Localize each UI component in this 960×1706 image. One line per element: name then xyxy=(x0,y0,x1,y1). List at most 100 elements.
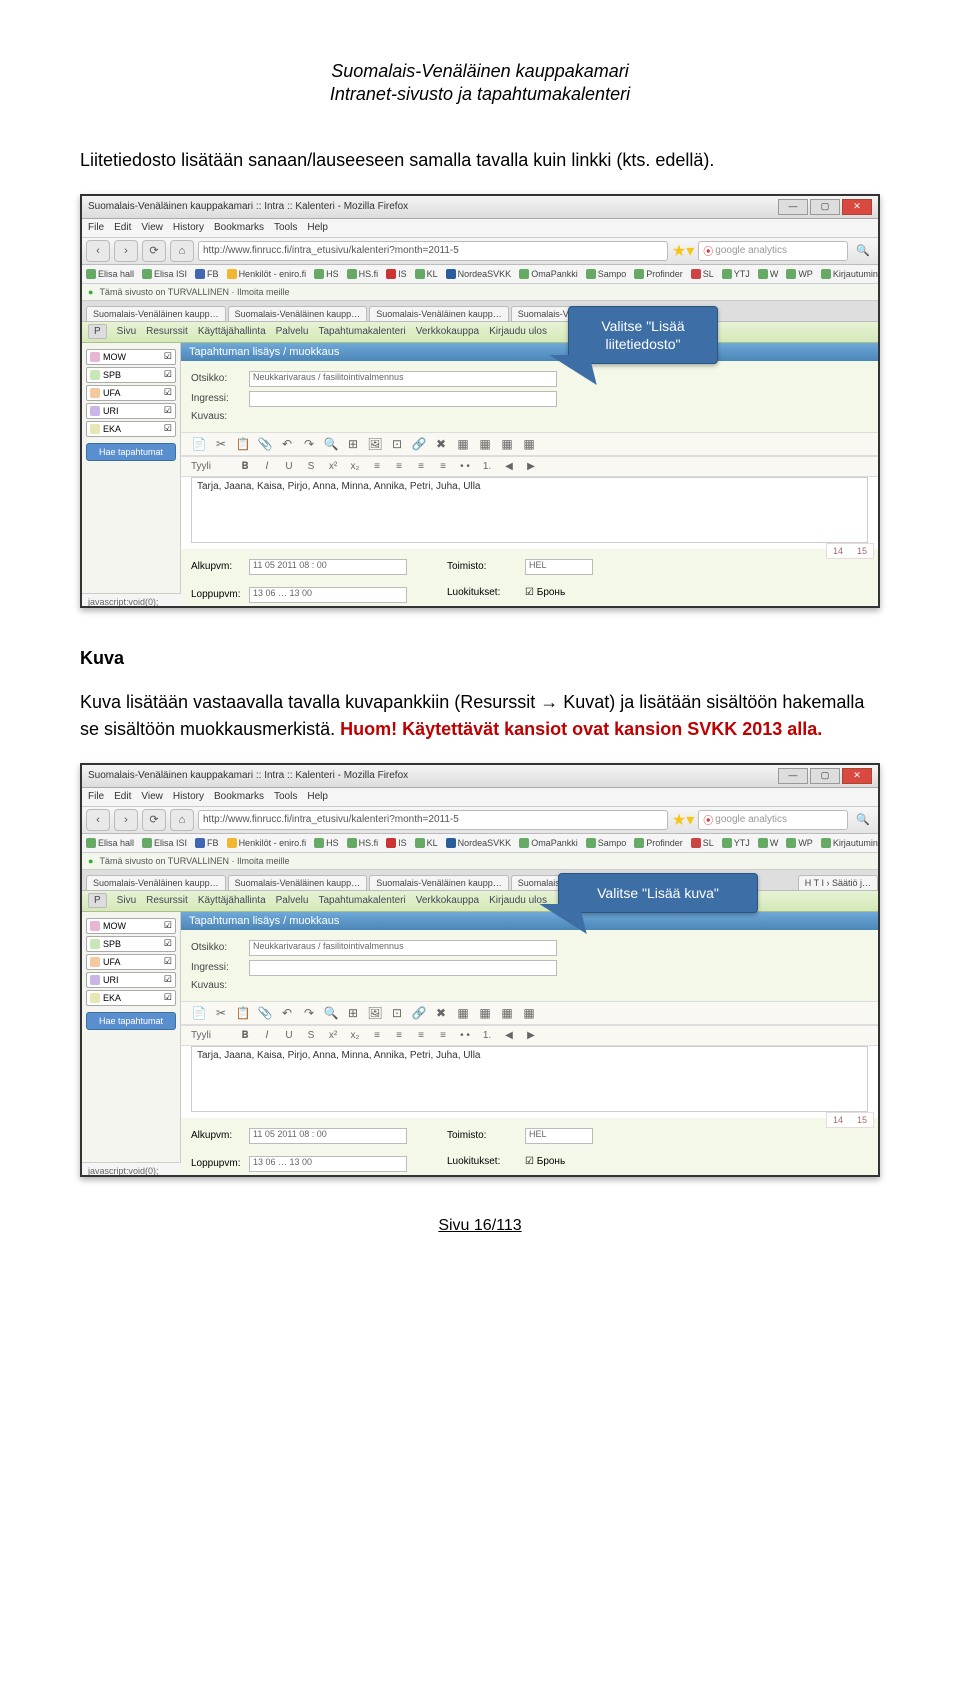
security-bar: ●Tämä sivusto on TURVALLINEN · Ilmoita m… xyxy=(82,853,878,870)
editor-toolbar-row2[interactable]: Tyyli 𝐁𝐼USx²x₂ ≡≡≡≡• •1.◀▶ xyxy=(181,456,878,477)
sidebar-item[interactable]: URI☑ xyxy=(86,403,176,419)
bold-icon: 𝐁 xyxy=(237,461,253,472)
paste-icon: 📋 xyxy=(235,437,251,451)
toimisto-label: Toimisto: xyxy=(447,561,517,572)
otsikko-label: Otsikko: xyxy=(191,373,241,384)
editor-toolbar-row1[interactable]: 📄✂📋📎↶↷🔍⊞🖼⊡🔗✖▦▦▦▦ xyxy=(181,1001,878,1025)
reload-button[interactable]: ⟳ xyxy=(142,240,166,262)
italic-icon: 𝐼 xyxy=(259,461,275,472)
callout-attachment: Valitse "Lisää liitetiedosto" xyxy=(568,306,718,364)
fetch-events-button[interactable]: Hae tapahtumat xyxy=(86,1012,176,1030)
new-icon: 📄 xyxy=(191,437,207,451)
maximize-button[interactable]: ▢ xyxy=(810,199,840,215)
toimisto-select[interactable]: HEL xyxy=(525,1128,593,1144)
toimisto-select[interactable]: HEL xyxy=(525,559,593,575)
window-title: Suomalais-Venäläinen kauppakamari :: Int… xyxy=(88,201,408,212)
editor-textarea[interactable]: Tarja, Jaana, Kaisa, Pirjo, Anna, Minna,… xyxy=(191,1046,868,1112)
app-menubar[interactable]: P Sivu Resurssit Käyttäjähallinta Palvel… xyxy=(82,322,878,343)
luokitukset-value[interactable]: ☑ Бронь xyxy=(525,587,565,598)
sidebar-item[interactable]: MOW☑ xyxy=(86,918,176,934)
editor-textarea[interactable]: Tarja, Jaana, Kaisa, Pirjo, Anna, Minna,… xyxy=(191,477,868,543)
search-input[interactable]: ⦿google analytics xyxy=(698,241,848,261)
sidebar-item[interactable]: EKA☑ xyxy=(86,990,176,1006)
back-button[interactable]: ‹ xyxy=(86,240,110,262)
panel-title: Tapahtuman lisäys / muokkaus xyxy=(181,343,878,361)
callout-image: Valitse "Lisää kuva" xyxy=(558,873,758,913)
ingressi-input[interactable] xyxy=(249,391,557,407)
body-paragraph-2: Kuva lisätään vastaavalla tavalla kuvapa… xyxy=(80,689,880,743)
cut-icon: ✂ xyxy=(213,437,229,451)
strike-icon: S xyxy=(303,461,319,472)
indent-icon: ▶ xyxy=(523,461,539,472)
sidebar: MOW☑ SPB☑ UFA☑ URI☑ EKA☑ Hae tapahtumat xyxy=(82,343,181,593)
back-button[interactable]: ‹ xyxy=(86,809,110,831)
home-button[interactable]: ⌂ xyxy=(170,809,194,831)
close-button[interactable]: ✕ xyxy=(842,768,872,784)
bullet-icon: • • xyxy=(457,461,473,472)
bookmarks-bar[interactable]: Elisa hall Elisa ISI FB Henkilöt - eniro… xyxy=(82,834,878,853)
reload-button[interactable]: ⟳ xyxy=(142,809,166,831)
loppupvm-input[interactable]: 13 06 … 13 00 xyxy=(249,1156,407,1172)
security-bar: ●Tämä sivusto on TURVALLINEN · Ilmoita m… xyxy=(82,284,878,301)
sidebar-item[interactable]: MOW☑ xyxy=(86,349,176,365)
numlist-icon: 1. xyxy=(479,461,495,472)
remove-icon: ✖ xyxy=(433,437,449,451)
url-input[interactable]: http://www.finrucc.fi/intra_etusivu/kale… xyxy=(198,810,668,830)
sidebar-item[interactable]: UFA☑ xyxy=(86,954,176,970)
undo-icon: ↶ xyxy=(279,437,295,451)
minimize-button[interactable]: — xyxy=(778,768,808,784)
loppupvm-label: Loppupvm: xyxy=(191,589,241,600)
screenshot-2: Suomalais-Venäläinen kauppakamari :: Int… xyxy=(80,763,880,1177)
maximize-button[interactable]: ▢ xyxy=(810,768,840,784)
otsikko-input[interactable]: Neukkarivaraus / fasilitointivalmennus xyxy=(249,940,557,956)
outdent-icon: ◀ xyxy=(501,461,517,472)
forward-button[interactable]: › xyxy=(114,240,138,262)
close-button[interactable]: ✕ xyxy=(842,199,872,215)
alkupvm-input[interactable]: 11 05 2011 08 : 00 xyxy=(249,559,407,575)
bookmarks-bar[interactable]: Elisa hall Elisa ISI FB Henkilöt - eniro… xyxy=(82,265,878,284)
embed-icon: ⊡ xyxy=(389,437,405,451)
sidebar-item[interactable]: SPB☑ xyxy=(86,936,176,952)
doc-header-line2: Intranet-sivusto ja tapahtumakalenteri xyxy=(80,83,880,106)
image-icon: 🖼 xyxy=(367,437,383,451)
browser-menubar[interactable]: FileEditViewHistoryBookmarksToolsHelp xyxy=(82,788,878,807)
section-heading-kuva: Kuva xyxy=(80,648,880,669)
link-icon: 🔗 xyxy=(411,437,427,451)
luokitukset-label: Luokitukset: xyxy=(447,587,517,598)
url-input[interactable]: http://www.finrucc.fi/intra_etusivu/kale… xyxy=(198,241,668,261)
find-icon: 🔍 xyxy=(323,437,339,451)
ingressi-label: Ingressi: xyxy=(191,393,241,404)
forward-button[interactable]: › xyxy=(114,809,138,831)
panel-title: Tapahtuman lisäys / muokkaus xyxy=(181,912,878,930)
screenshot-1: Suomalais-Venäläinen kauppakamari :: Int… xyxy=(80,194,880,608)
window-title: Suomalais-Venäläinen kauppakamari :: Int… xyxy=(88,770,408,781)
browser-tabs[interactable]: Suomalais-Venäläinen kaupp… Suomalais-Ve… xyxy=(82,870,878,891)
search-input[interactable]: ⦿google analytics xyxy=(698,810,848,830)
calendar-snippet: 1415 xyxy=(826,1112,874,1128)
sub-icon: x₂ xyxy=(347,461,363,472)
browser-menubar[interactable]: FileEditViewHistoryBookmarksToolsHelp xyxy=(82,219,878,238)
sidebar-item[interactable]: URI☑ xyxy=(86,972,176,988)
app-menubar[interactable]: P Sivu Resurssit Käyttäjähallinta Palvel… xyxy=(82,891,878,912)
calendar-snippet: 1415 xyxy=(826,543,874,559)
fetch-events-button[interactable]: Hae tapahtumat xyxy=(86,443,176,461)
underline-icon: U xyxy=(281,461,297,472)
home-button[interactable]: ⌂ xyxy=(170,240,194,262)
sidebar: MOW☑ SPB☑ UFA☑ URI☑ EKA☑ Hae tapahtumat xyxy=(82,912,181,1162)
loppupvm-input[interactable]: 13 06 … 13 00 xyxy=(249,587,407,603)
editor-toolbar-row2[interactable]: Tyyli 𝐁𝐼USx²x₂ ≡≡≡≡• •1.◀▶ xyxy=(181,1025,878,1046)
minimize-button[interactable]: — xyxy=(778,199,808,215)
redo-icon: ↷ xyxy=(301,437,317,451)
alkupvm-label: Alkupvm: xyxy=(191,561,241,572)
sidebar-item[interactable]: EKA☑ xyxy=(86,421,176,437)
page-footer: Sivu 16/113 xyxy=(80,1217,880,1235)
intro-paragraph: Liitetiedosto lisätään sanaan/lauseeseen… xyxy=(80,147,880,174)
editor-toolbar-row1[interactable]: 📄✂📋📎↶↷🔍⊞🖼⊡🔗✖▦▦▦▦ xyxy=(181,432,878,456)
ingressi-input[interactable] xyxy=(249,960,557,976)
sidebar-item[interactable]: SPB☑ xyxy=(86,367,176,383)
otsikko-input[interactable]: Neukkarivaraus / fasilitointivalmennus xyxy=(249,371,557,387)
alkupvm-input[interactable]: 11 05 2011 08 : 00 xyxy=(249,1128,407,1144)
browser-tabs[interactable]: Suomalais-Venäläinen kaupp… Suomalais-Ve… xyxy=(82,301,878,322)
sidebar-item[interactable]: UFA☑ xyxy=(86,385,176,401)
kuvaus-label: Kuvaus: xyxy=(191,411,241,422)
